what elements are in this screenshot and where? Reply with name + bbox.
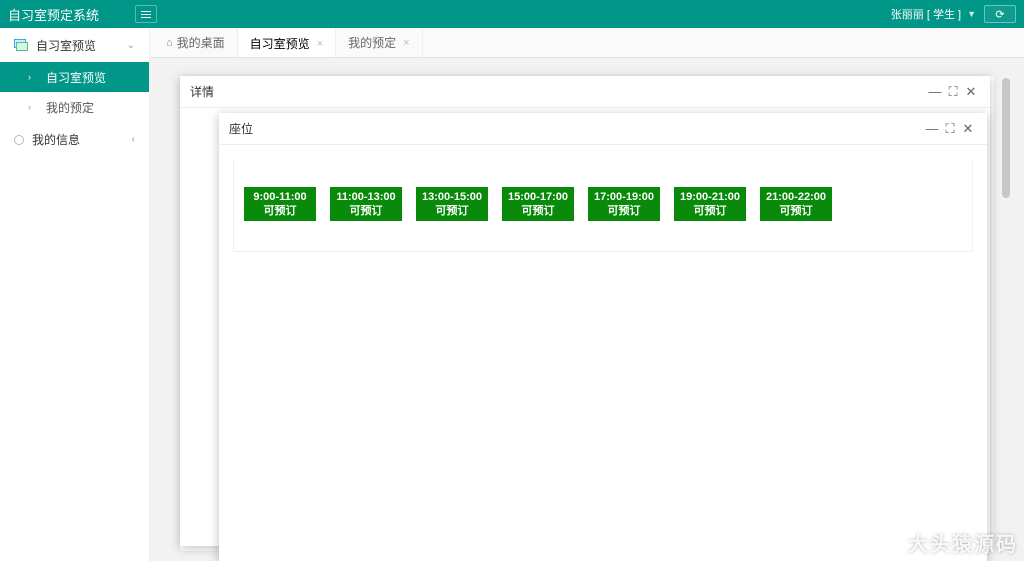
- dialog-header[interactable]: 详情 — ⛶ ✕: [180, 76, 990, 108]
- sidebar-item-label: 自习室预览: [46, 69, 106, 86]
- tab-label: 我的桌面: [177, 34, 225, 51]
- slot-time: 17:00-19:00: [594, 190, 654, 204]
- slot-time: 11:00-13:00: [336, 190, 395, 204]
- maximize-icon[interactable]: ⛶: [941, 121, 959, 137]
- slot-time: 9:00-11:00: [253, 190, 306, 204]
- close-icon[interactable]: ✕: [959, 121, 977, 137]
- tab-desktop[interactable]: ⌂ 我的桌面: [154, 28, 238, 57]
- main-area: ⌂ 我的桌面 自习室预览 × 我的预定 × 自习 25 26 27 28: [150, 28, 1024, 561]
- scrollbar[interactable]: [1002, 78, 1010, 541]
- tab-label: 我的预定: [348, 34, 396, 51]
- slot-status: 可预订: [350, 204, 383, 218]
- slot-status: 可预订: [694, 204, 727, 218]
- refresh-icon: ⟳: [995, 8, 1004, 21]
- tab-my-bookings[interactable]: 我的预定 ×: [336, 28, 422, 57]
- user-dropdown-icon[interactable]: ▼: [967, 9, 976, 19]
- close-icon[interactable]: ×: [403, 37, 409, 49]
- close-icon[interactable]: ×: [317, 38, 323, 50]
- slot-status: 可预订: [522, 204, 555, 218]
- tab-room-overview[interactable]: 自习室预览 ×: [238, 28, 336, 57]
- dialog-seat: 座位 — ⛶ ✕ 9:00-11:00可预订 11:00-13:00可预订 13…: [219, 113, 987, 561]
- sidebar-group-profile[interactable]: 我的信息 ‹: [0, 122, 149, 156]
- slot-time: 13:00-15:00: [422, 190, 482, 204]
- sidebar-group-rooms[interactable]: 自习室预览 ⌄: [0, 28, 149, 62]
- dialog-title: 详情: [190, 83, 926, 100]
- layers-icon: [14, 38, 28, 52]
- time-slot[interactable]: 9:00-11:00可预订: [244, 187, 316, 221]
- chevron-right-icon: ›: [28, 102, 38, 112]
- time-slot[interactable]: 11:00-13:00可预订: [330, 187, 402, 221]
- maximize-icon[interactable]: ⛶: [944, 84, 962, 100]
- time-slot[interactable]: 17:00-19:00可预订: [588, 187, 660, 221]
- time-slot-row: 9:00-11:00可预订 11:00-13:00可预订 13:00-15:00…: [233, 159, 973, 252]
- chevron-down-icon: ⌄: [127, 40, 135, 51]
- slot-status: 可预订: [780, 204, 813, 218]
- sidebar-group-label: 自习室预览: [36, 37, 96, 54]
- sidebar-item-label: 我的预定: [46, 99, 94, 116]
- slot-status: 可预订: [436, 204, 469, 218]
- menu-toggle-button[interactable]: [135, 5, 157, 23]
- tabs-bar: ⌂ 我的桌面 自习室预览 × 我的预定 ×: [150, 28, 1024, 58]
- content-area: 自习 25 26 27 28 29 30 31 详情 — ⛶ ✕: [150, 58, 1024, 561]
- chevron-left-icon: ‹: [132, 134, 135, 145]
- time-slot[interactable]: 15:00-17:00可预订: [502, 187, 574, 221]
- user-info[interactable]: 张丽丽 [ 学生 ]: [891, 6, 961, 22]
- dialog-body: 9:00-11:00可预订 11:00-13:00可预订 13:00-15:00…: [219, 145, 987, 266]
- person-icon: [14, 135, 24, 145]
- slot-time: 21:00-22:00: [766, 190, 826, 204]
- app-header: 自习室预定系统 张丽丽 [ 学生 ] ▼ ⟳: [0, 0, 1024, 28]
- refresh-button[interactable]: ⟳: [984, 5, 1016, 23]
- time-slot[interactable]: 13:00-15:00可预订: [416, 187, 488, 221]
- tab-label: 自习室预览: [250, 35, 310, 52]
- sidebar-item-my-bookings[interactable]: › 我的预定: [0, 92, 149, 122]
- minimize-icon[interactable]: —: [923, 121, 941, 136]
- time-slot[interactable]: 21:00-22:00可预订: [760, 187, 832, 221]
- home-icon: ⌂: [166, 37, 173, 49]
- scrollbar-thumb[interactable]: [1002, 78, 1010, 198]
- dialog-title: 座位: [229, 120, 923, 137]
- app-title: 自习室预定系统: [8, 5, 99, 24]
- slot-time: 19:00-21:00: [680, 190, 740, 204]
- sidebar-group-label: 我的信息: [32, 131, 80, 148]
- time-slot[interactable]: 19:00-21:00可预订: [674, 187, 746, 221]
- sidebar-item-room-overview[interactable]: › 自习室预览: [0, 62, 149, 92]
- sidebar: 自习室预览 ⌄ › 自习室预览 › 我的预定 我的信息 ‹: [0, 28, 150, 561]
- minimize-icon[interactable]: —: [926, 84, 944, 99]
- chevron-right-icon: ›: [28, 72, 38, 82]
- dialog-header[interactable]: 座位 — ⛶ ✕: [219, 113, 987, 145]
- close-icon[interactable]: ✕: [962, 84, 980, 100]
- slot-status: 可预订: [264, 204, 297, 218]
- slot-time: 15:00-17:00: [508, 190, 568, 204]
- slot-status: 可预订: [608, 204, 641, 218]
